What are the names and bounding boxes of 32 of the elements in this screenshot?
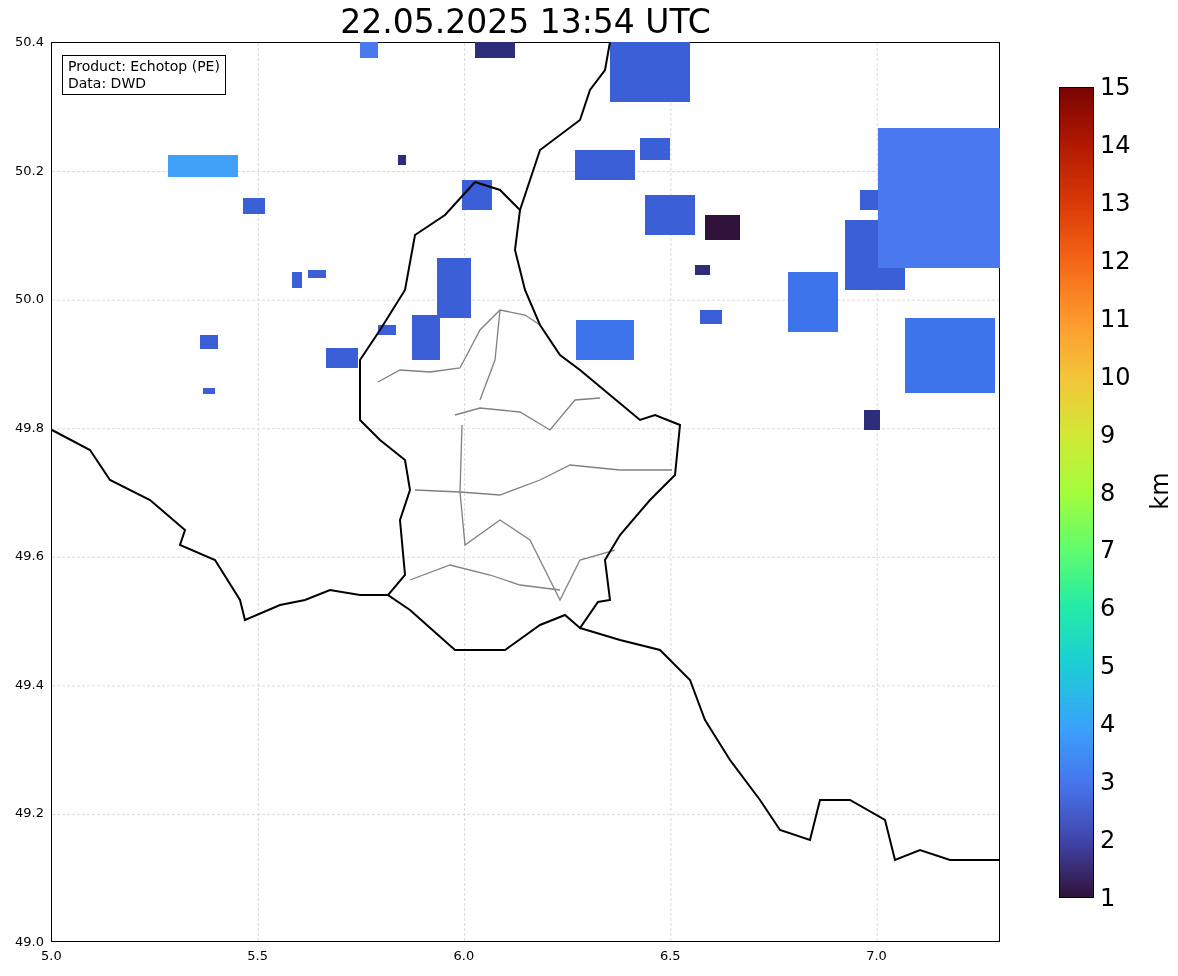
- legend-text: Data: DWD: [68, 75, 147, 92]
- colorbar-tick-label: 14: [1100, 132, 1131, 157]
- colorbar-tick-label: 11: [1100, 306, 1131, 331]
- colorbar-tick-label: 15: [1100, 75, 1131, 99]
- colorbar-tick-label: 6: [1100, 596, 1116, 621]
- colorbar-tick-label: 2: [1100, 828, 1116, 853]
- axis-tick-label: 49.0: [15, 934, 44, 949]
- colorbar-label: km: [1145, 472, 1174, 510]
- axis-tick-label: 50.2: [15, 162, 44, 178]
- axis-tick-label: 6.0: [453, 948, 475, 963]
- axis-tick-label: 49.2: [15, 805, 44, 821]
- colorbar-tick-label: 7: [1100, 538, 1116, 563]
- axis-tick-label: 50.4: [15, 34, 44, 49]
- colorbar-tick-label: 10: [1100, 364, 1131, 389]
- axis-tick-label: 5.5: [247, 948, 268, 963]
- plot-title: 22.05.2025 13:54 UTC: [340, 2, 711, 42]
- axis-tick-label: 49.8: [15, 419, 44, 435]
- colorbar-tick-label: 5: [1100, 654, 1116, 679]
- colorbar-tick-label: 3: [1100, 770, 1116, 795]
- axis-tick-label: 49.6: [15, 548, 44, 564]
- axis-tick-label: 49.4: [15, 676, 44, 692]
- axis-tick-label: 7.0: [866, 948, 887, 963]
- legend-text: Product: Echotop (PE): [68, 58, 220, 75]
- colorbar-tick-label: 1: [1100, 886, 1116, 910]
- colorbar-tick-label: 9: [1100, 422, 1116, 447]
- colorbar-tick-label: 4: [1100, 712, 1116, 737]
- colorbar-tick-label: 13: [1100, 190, 1131, 215]
- colorbar-tick-label: 8: [1100, 480, 1116, 505]
- colorbar-tick-label: 12: [1100, 248, 1131, 273]
- axis-tick-label: 5.0: [41, 948, 62, 963]
- axis-tick-label: 50.0: [15, 291, 44, 307]
- axis-tick-label: 6.5: [659, 948, 681, 963]
